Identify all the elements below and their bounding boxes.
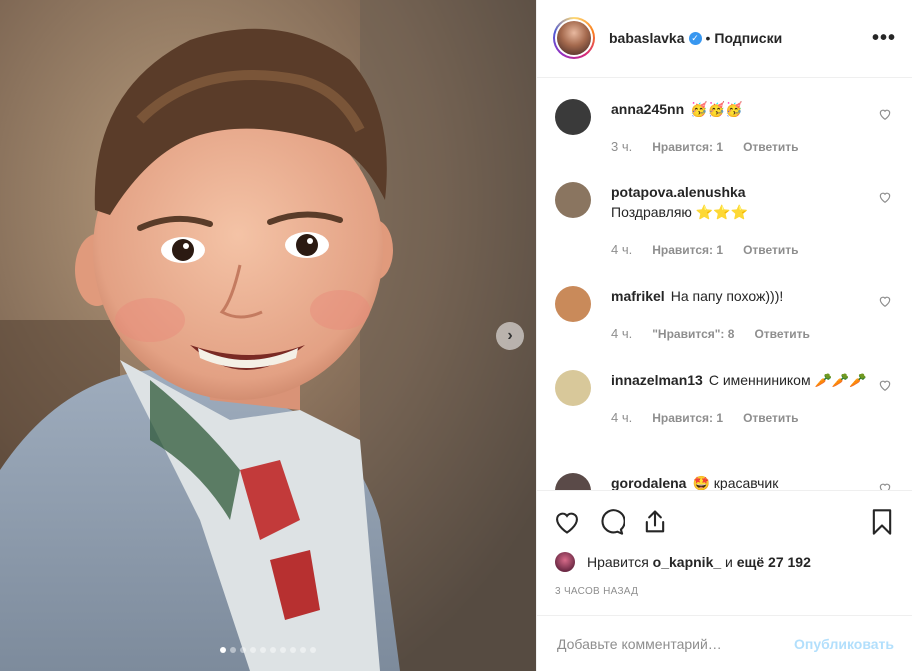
comment-reply-button[interactable]: Ответить	[743, 408, 798, 428]
comment-item: potapova.alenushka Поздравляю ⭐⭐⭐ 4 ч. Н…	[555, 181, 892, 260]
post-sidebar: babaslavka ✓ • Подписки ••• anna245nn 🥳🥳🥳…	[536, 0, 912, 671]
like-comment-heart-icon[interactable]	[878, 190, 892, 204]
like-comment-heart-icon[interactable]	[878, 378, 892, 392]
comment-username[interactable]: innazelman13	[611, 372, 703, 388]
comment-text: Поздравляю ⭐⭐⭐	[611, 203, 749, 220]
slide-indicator	[0, 647, 536, 653]
comment-item: innazelman13 С именниником 🥕🥕🥕 4 ч. Нрави…	[555, 369, 892, 428]
comment-username[interactable]: anna245nn	[611, 101, 684, 117]
post-header: babaslavka ✓ • Подписки •••	[537, 0, 912, 78]
comment-item: gorodalena 🤩 красавчик	[555, 472, 892, 491]
comment-time[interactable]: 4 ч.	[611, 408, 632, 428]
slide-dot	[270, 647, 276, 653]
comment-avatar[interactable]	[555, 181, 591, 218]
comment-avatar[interactable]	[555, 285, 591, 322]
slide-dot	[290, 647, 296, 653]
slide-dot	[250, 647, 256, 653]
slide-dot	[300, 647, 306, 653]
comment-avatar[interactable]	[555, 472, 591, 491]
comment-reply-button[interactable]: Ответить	[754, 324, 809, 344]
slide-dot	[310, 647, 316, 653]
likes-middle: и	[725, 554, 733, 571]
post-actions-bar	[537, 490, 912, 552]
post-photo[interactable]: ›	[0, 0, 536, 671]
like-comment-heart-icon[interactable]	[878, 294, 892, 308]
comment-reply-button[interactable]: Ответить	[743, 137, 798, 157]
next-slide-button[interactable]: ›	[496, 322, 524, 350]
post-timestamp[interactable]: 3 ЧАСОВ НАЗАД	[537, 582, 912, 602]
publish-button[interactable]: Опубликовать	[794, 636, 894, 652]
comment-username[interactable]: mafrikel	[611, 288, 665, 304]
like-comment-heart-icon[interactable]	[878, 481, 892, 491]
comment-reply-button[interactable]: Ответить	[743, 240, 798, 260]
slide-dot	[220, 647, 226, 653]
comment-time[interactable]: 4 ч.	[611, 324, 632, 344]
likes-prefix: Нравится	[587, 554, 649, 571]
comment-time[interactable]: 3 ч.	[611, 137, 632, 157]
liker-username[interactable]: o_kapnik_	[653, 554, 721, 570]
comment-item: mafrikel На папу похож)))! 4 ч. "Нравится…	[555, 285, 892, 344]
more-options-icon[interactable]: •••	[872, 27, 896, 50]
slide-dot	[280, 647, 286, 653]
comment-avatar[interactable]	[555, 369, 591, 406]
liker-avatar[interactable]	[555, 552, 575, 573]
author-avatar[interactable]	[553, 17, 595, 60]
comment-bubble-icon[interactable]	[597, 508, 625, 536]
save-bookmark-icon[interactable]	[868, 508, 896, 536]
comment-item: anna245nn 🥳🥳🥳 3 ч. Нравится: 1 Ответить	[555, 98, 892, 157]
likes-summary: Нравится o_kapnik_ и ещё 27 192	[537, 552, 912, 573]
photo-illustration	[0, 0, 536, 671]
comments-list[interactable]: anna245nn 🥳🥳🥳 3 ч. Нравится: 1 Ответить p…	[537, 78, 912, 491]
comment-likes-count[interactable]: Нравится: 1	[652, 240, 723, 260]
add-comment-bar: Опубликовать	[537, 615, 912, 671]
verified-badge-icon: ✓	[688, 31, 702, 45]
slide-dot	[260, 647, 266, 653]
share-icon[interactable]	[641, 508, 669, 536]
comment-text: 🥳🥳🥳	[690, 100, 743, 117]
instagram-post-modal: › babaslavka ✓ • Подписки ••• anna245nn 🥳…	[0, 0, 912, 671]
slide-dot	[230, 647, 236, 653]
comment-username[interactable]: gorodalena	[611, 475, 686, 490]
comment-likes-count[interactable]: Нравится: 1	[652, 137, 723, 157]
comment-username[interactable]: potapova.alenushka	[611, 184, 746, 200]
comment-time[interactable]: 4 ч.	[611, 240, 632, 260]
comment-input[interactable]	[555, 634, 795, 653]
likes-count-link[interactable]: ещё 27 192	[737, 554, 811, 570]
separator-dot: •	[705, 30, 711, 47]
like-heart-icon[interactable]	[553, 508, 581, 536]
like-comment-heart-icon[interactable]	[878, 107, 892, 121]
comment-likes-count[interactable]: Нравится: 1	[652, 408, 723, 428]
comment-text: На папу похож)))!	[670, 287, 784, 304]
following-button[interactable]: Подписки	[714, 30, 782, 46]
comment-likes-count[interactable]: "Нравится": 8	[652, 324, 734, 344]
slide-dot	[240, 647, 246, 653]
comment-text: С именниником 🥕🥕🥕	[708, 371, 867, 388]
comment-avatar[interactable]	[555, 98, 591, 135]
comment-text: 🤩 красавчик	[692, 474, 779, 491]
author-username[interactable]: babaslavka	[609, 30, 685, 46]
